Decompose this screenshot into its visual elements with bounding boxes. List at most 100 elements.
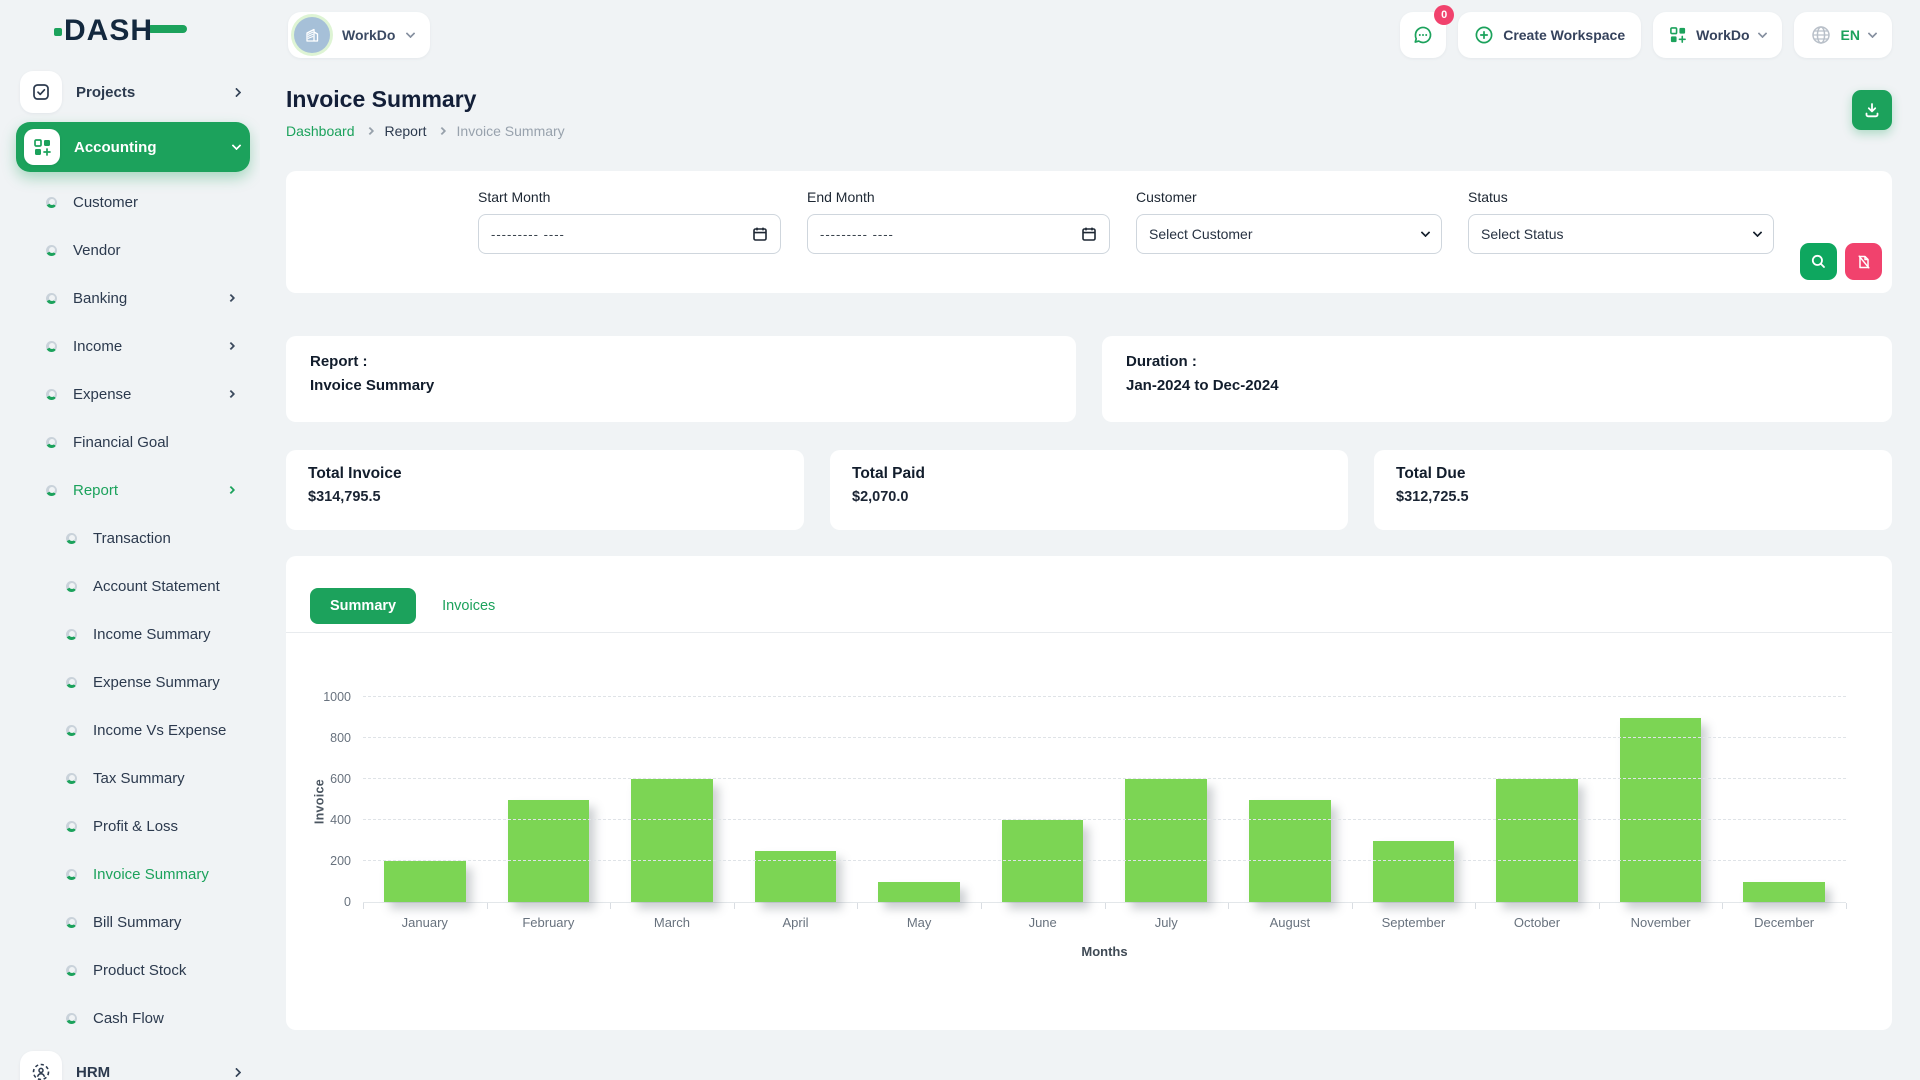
tabs-divider bbox=[286, 632, 1892, 633]
bar-slot bbox=[981, 697, 1105, 902]
input-placeholder: --------- ---- bbox=[491, 227, 744, 242]
end-month-input[interactable]: --------- ---- bbox=[807, 214, 1110, 254]
sidebar-item-customer[interactable]: Customer bbox=[16, 178, 250, 226]
sidebar-item-account-statement[interactable]: Account Statement bbox=[16, 562, 250, 610]
total-due-label: Total Due bbox=[1396, 465, 1870, 483]
chevron-right-icon bbox=[227, 294, 235, 302]
sidebar-item-banking[interactable]: Banking bbox=[16, 274, 250, 322]
sidebar-item-profit-loss[interactable]: Profit & Loss bbox=[16, 802, 250, 850]
end-month-field: End Month --------- ---- bbox=[807, 189, 1110, 293]
sidebar-item-vendor[interactable]: Vendor bbox=[16, 226, 250, 274]
grid-plus-icon bbox=[24, 129, 60, 165]
sidebar-item-transaction[interactable]: Transaction bbox=[16, 514, 250, 562]
chart-bar-october[interactable] bbox=[1496, 779, 1578, 902]
total-paid-card: Total Paid $2,070.0 bbox=[830, 450, 1348, 530]
bullet-icon bbox=[66, 773, 77, 784]
sidebar-item-label: Product Stock bbox=[93, 962, 234, 979]
workspace-name: WorkDo bbox=[342, 27, 395, 43]
calendar-icon bbox=[1081, 226, 1097, 242]
totals-row: Total Invoice $314,795.5 Total Paid $2,0… bbox=[286, 450, 1892, 530]
sidebar-item-tax-summary[interactable]: Tax Summary bbox=[16, 754, 250, 802]
bullet-icon bbox=[66, 677, 77, 688]
file-off-icon bbox=[1856, 254, 1872, 270]
x-tick-label: September bbox=[1352, 915, 1476, 930]
page-content: Invoice Summary Dashboard Report Invoice… bbox=[260, 60, 1920, 1080]
chevron-down-icon bbox=[1421, 228, 1431, 238]
chart-bar-november[interactable] bbox=[1620, 718, 1702, 903]
search-icon bbox=[1810, 253, 1827, 270]
sidebar-item-label: Financial Goal bbox=[73, 434, 234, 451]
download-report-button[interactable] bbox=[1852, 90, 1892, 130]
workspace-switcher[interactable]: WorkDo bbox=[288, 12, 430, 58]
sidebar-item-report[interactable]: Report bbox=[16, 466, 250, 514]
chart-bar-may[interactable] bbox=[878, 882, 960, 903]
sidebar-item-label: Income Summary bbox=[93, 626, 234, 643]
chart-bar-january[interactable] bbox=[384, 861, 466, 902]
bar-slot bbox=[363, 697, 487, 902]
sidebar-item-invoice-summary[interactable]: Invoice Summary bbox=[16, 850, 250, 898]
apply-filter-button[interactable] bbox=[1800, 243, 1837, 280]
total-invoice-value: $314,795.5 bbox=[308, 489, 782, 505]
bullet-icon bbox=[66, 1013, 77, 1024]
customer-select[interactable]: Select Customer bbox=[1136, 214, 1442, 254]
tab-invoices[interactable]: Invoices bbox=[442, 598, 495, 614]
chart-bar-july[interactable] bbox=[1125, 779, 1207, 902]
create-workspace-button[interactable]: Create Workspace bbox=[1458, 12, 1641, 58]
bullet-icon bbox=[66, 869, 77, 880]
bar-slot bbox=[857, 697, 981, 902]
start-month-input[interactable]: --------- ---- bbox=[478, 214, 781, 254]
circle-plus-icon bbox=[1474, 25, 1494, 45]
language-selector[interactable]: EN bbox=[1794, 12, 1892, 58]
chart-bar-september[interactable] bbox=[1373, 841, 1455, 903]
messages-button[interactable]: 0 bbox=[1400, 12, 1446, 58]
sidebar-item-expense-summary[interactable]: Expense Summary bbox=[16, 658, 250, 706]
topbar: WorkDo 0 Create Workspace WorkDo EN bbox=[260, 0, 1920, 60]
chart-bar-february[interactable] bbox=[508, 800, 590, 903]
sidebar: DASH Projects Accounting Customer bbox=[0, 0, 260, 1080]
sidebar-item-accounting[interactable]: Accounting bbox=[16, 122, 250, 172]
reset-filter-button[interactable] bbox=[1845, 243, 1882, 280]
status-field: Status Select Status bbox=[1468, 189, 1774, 293]
x-axis-tick bbox=[857, 903, 858, 909]
report-card-title: Report : bbox=[310, 353, 1052, 370]
tab-summary[interactable]: Summary bbox=[310, 588, 416, 624]
workspace-menu-button[interactable]: WorkDo bbox=[1653, 12, 1781, 58]
app-root: DASH Projects Accounting Customer bbox=[0, 0, 1920, 1080]
chart-tabs: Summary Invoices bbox=[286, 556, 1892, 632]
chart-bar-december[interactable] bbox=[1743, 882, 1825, 903]
sidebar-item-label: Account Statement bbox=[93, 578, 234, 595]
chart-bar-june[interactable] bbox=[1002, 820, 1084, 902]
globe-icon bbox=[1810, 24, 1832, 46]
total-invoice-label: Total Invoice bbox=[308, 465, 782, 483]
sidebar-item-bill-summary[interactable]: Bill Summary bbox=[16, 898, 250, 946]
breadcrumb-report[interactable]: Report bbox=[385, 123, 427, 139]
sidebar-item-financial-goal[interactable]: Financial Goal bbox=[16, 418, 250, 466]
sidebar-item-projects[interactable]: Projects bbox=[16, 66, 250, 118]
sidebar-item-label: Expense Summary bbox=[93, 674, 234, 691]
x-tick-label: December bbox=[1722, 915, 1846, 930]
sidebar-item-expense[interactable]: Expense bbox=[16, 370, 250, 418]
sidebar-item-income-summary[interactable]: Income Summary bbox=[16, 610, 250, 658]
sidebar-item-product-stock[interactable]: Product Stock bbox=[16, 946, 250, 994]
chart-bar-april[interactable] bbox=[755, 851, 837, 902]
sidebar-item-income-vs-expense[interactable]: Income Vs Expense bbox=[16, 706, 250, 754]
bar-slot bbox=[1228, 697, 1352, 902]
chart-bar-march[interactable] bbox=[631, 779, 713, 902]
x-axis-tick bbox=[1228, 903, 1229, 909]
x-tick-label: October bbox=[1475, 915, 1599, 930]
sidebar-item-cash-flow[interactable]: Cash Flow bbox=[16, 994, 250, 1042]
breadcrumb: Dashboard Report Invoice Summary bbox=[286, 123, 1852, 139]
chart-bar-august[interactable] bbox=[1249, 800, 1331, 903]
breadcrumb-dashboard[interactable]: Dashboard bbox=[286, 123, 355, 139]
end-month-label: End Month bbox=[807, 189, 1110, 205]
sidebar-item-income[interactable]: Income bbox=[16, 322, 250, 370]
x-axis-tick bbox=[1475, 903, 1476, 909]
app-logo[interactable]: DASH bbox=[16, 0, 250, 62]
x-axis-labels: JanuaryFebruaryMarchAprilMayJuneJulyAugu… bbox=[363, 915, 1846, 930]
status-select[interactable]: Select Status bbox=[1468, 214, 1774, 254]
sidebar-item-label: Vendor bbox=[73, 242, 234, 259]
start-month-field: Start Month --------- ---- bbox=[478, 189, 781, 293]
sidebar-item-hrm[interactable]: HRM bbox=[16, 1046, 250, 1080]
sidebar-item-label: Income bbox=[73, 338, 212, 355]
total-due-value: $312,725.5 bbox=[1396, 489, 1870, 505]
